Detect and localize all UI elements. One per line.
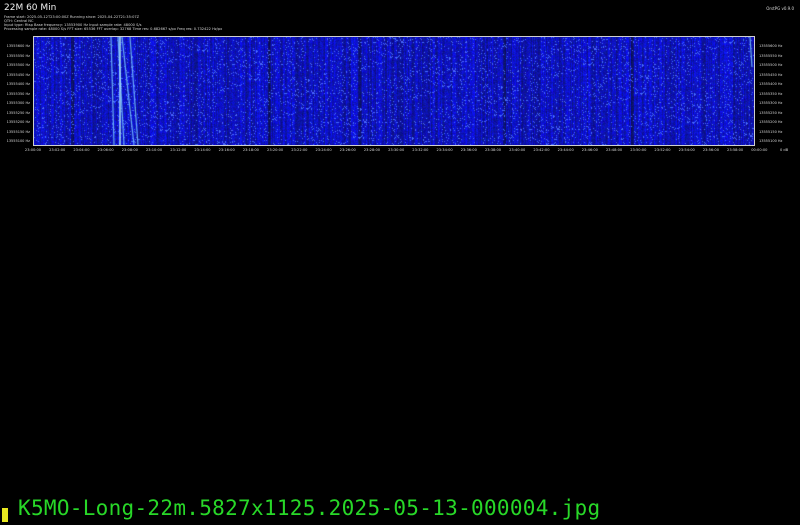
- time-tick-label: 23:20:00: [267, 148, 284, 152]
- frequency-right-tick-label: 13555500 Hz: [759, 63, 783, 67]
- frequency-left-tick-label: 13555200 Hz: [6, 120, 30, 124]
- frequency-left-tick-label: 13555100 Hz: [6, 139, 30, 143]
- frequency-left-tick-label: 13555150 Hz: [6, 129, 30, 134]
- frequency-left-tick-label: 13555350 Hz: [6, 91, 30, 96]
- time-tick-label: 23:42:00: [533, 148, 550, 152]
- frequency-right-tick-label: 13555350 Hz: [759, 91, 783, 96]
- image-viewer-window: 22M 60 Min OrstPG v0.9.0 Frame start: 20…: [0, 0, 800, 525]
- software-version: OrstPG v0.9.0: [766, 6, 794, 11]
- db-scale-label: 0 dB: [780, 148, 789, 152]
- time-tick-label: 23:02:00: [49, 148, 66, 152]
- time-tick-label: 23:28:00: [363, 148, 381, 152]
- time-tick-label: 23:22:00: [291, 148, 308, 152]
- terminal-filename: K5MO-Long-22m.5827x1125.2025-05-13-00000…: [18, 496, 601, 520]
- time-tick-label: 23:34:00: [436, 148, 453, 152]
- time-tick-label: 23:32:00: [412, 148, 429, 152]
- frequency-left-tick-label: 13555550 Hz: [6, 53, 30, 58]
- time-tick-label: 23:36:00: [460, 148, 477, 152]
- frequency-axis-right: 13555600 Hz 13555550 Hz 13555500 Hz 1355545…: [757, 36, 789, 146]
- frequency-right-tick-label: 13555450 Hz: [759, 72, 783, 77]
- time-tick-label: 23:56:00: [702, 148, 719, 152]
- time-tick-label: 23:12:00: [170, 148, 187, 152]
- time-tick-label: 23:24:00: [315, 148, 332, 152]
- waterfall-plot: [33, 36, 755, 146]
- time-tick-label: 23:26:00: [339, 148, 356, 152]
- frequency-right-tick-label: 13555300 Hz: [759, 101, 783, 105]
- terminal-cursor: [2, 508, 8, 522]
- frequency-right-tick-label: 13555150 Hz: [759, 129, 783, 134]
- spectrogram-title: 22M 60 Min: [4, 3, 57, 13]
- time-tick-label: 23:58:00: [727, 148, 744, 152]
- frequency-right-tick-label: 13555100 Hz: [759, 139, 783, 143]
- time-tick-label: 23:40:00: [509, 148, 526, 152]
- frequency-axis-left: 13555600 Hz 13555550 Hz 13555500 Hz 1355545…: [0, 36, 32, 146]
- frequency-left-tick-label: 13555600 Hz: [6, 44, 30, 48]
- waterfall-canvas: [34, 37, 754, 145]
- time-tick-label: 23:44:00: [557, 148, 574, 152]
- time-tick-label: 23:18:00: [242, 148, 259, 152]
- time-tick-label: 23:08:00: [121, 148, 138, 152]
- time-tick-label: 23:50:00: [630, 148, 647, 152]
- time-tick-label: 23:14:00: [194, 148, 211, 152]
- time-tick-label: 23:38:00: [484, 148, 502, 152]
- time-tick-label: 23:00:00: [24, 148, 42, 152]
- time-tick-label: 23:48:00: [606, 148, 623, 152]
- time-tick-label: 00:00:00: [751, 148, 768, 152]
- info-line-processing: Processing sample rate: 48000 S/s FFT si…: [4, 27, 223, 31]
- frequency-left-tick-label: 13555400 Hz: [6, 82, 30, 86]
- time-tick-label: 23:10:00: [145, 148, 163, 152]
- frequency-right-tick-label: 13555200 Hz: [759, 120, 783, 124]
- frequency-left-tick-label: 13555300 Hz: [6, 101, 30, 105]
- frequency-left-tick-label: 13555450 Hz: [6, 72, 30, 77]
- time-tick-label: 23:46:00: [581, 148, 598, 152]
- time-axis: 23:00:00 23:02:00 23:04:00 23:06:00 23:08:00…: [25, 148, 767, 154]
- info-block: Frame start: 2025-05-12T23:00:00Z Runnin…: [4, 15, 222, 31]
- frequency-right-tick-label: 13555400 Hz: [759, 82, 783, 86]
- frequency-right-tick-label: 13555600 Hz: [759, 44, 783, 48]
- time-tick-label: 23:54:00: [678, 148, 695, 152]
- time-tick-label: 23:04:00: [73, 148, 90, 152]
- time-tick-label: 23:16:00: [218, 148, 235, 152]
- frequency-right-tick-label: 13555550 Hz: [759, 53, 783, 58]
- frequency-left-tick-label: 13555500 Hz: [6, 63, 30, 67]
- time-tick-label: 23:30:00: [388, 148, 405, 152]
- time-tick-label: 23:52:00: [654, 148, 671, 152]
- frequency-left-tick-label: 13555250 Hz: [6, 110, 30, 115]
- frequency-right-tick-label: 13555250 Hz: [759, 110, 783, 115]
- time-tick-label: 23:06:00: [97, 148, 114, 152]
